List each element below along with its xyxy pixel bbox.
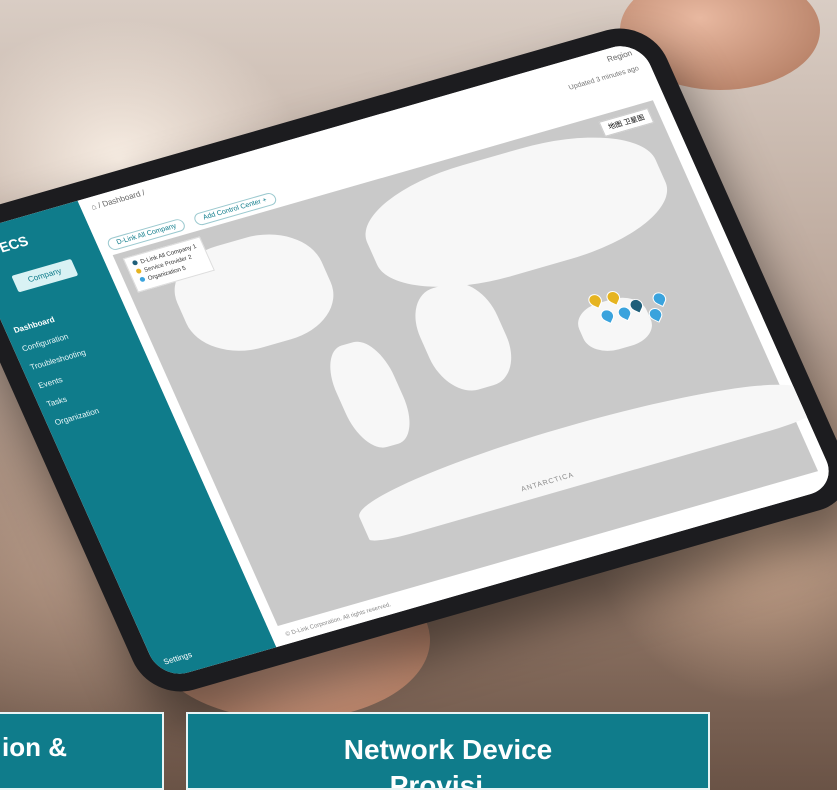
settings-link[interactable]: Settings [162,650,193,666]
map-type-toggle[interactable]: 地图 卫星图 [598,107,655,137]
land-antarctica [347,362,814,545]
banner-right-text: Network Device [343,734,553,765]
breadcrumb[interactable]: ⌂ / Dashboard / [90,188,147,211]
tablet: D-ECS Company Dashboard Configuration Tr… [0,18,837,702]
banner-right-subtext: Provisi... [389,770,507,790]
land-africa [402,274,525,399]
feature-banner-right: Network Device Provisi... [186,712,710,790]
map-pin-organization[interactable] [650,290,669,308]
land-south-america [318,335,422,454]
company-button[interactable]: Company [11,258,79,293]
banner-left-text: ion & [2,732,67,762]
land-eurasia [347,115,686,309]
background-photo: D-ECS Company Dashboard Configuration Tr… [0,0,837,790]
feature-banner-left: ion & [0,712,164,790]
tablet-screen: D-ECS Company Dashboard Configuration Tr… [0,39,837,681]
region-selector[interactable]: Region [606,49,634,64]
dlink-logo: D-ECS [0,232,31,260]
sidebar-nav: Dashboard Configuration Troubleshooting … [10,306,114,432]
